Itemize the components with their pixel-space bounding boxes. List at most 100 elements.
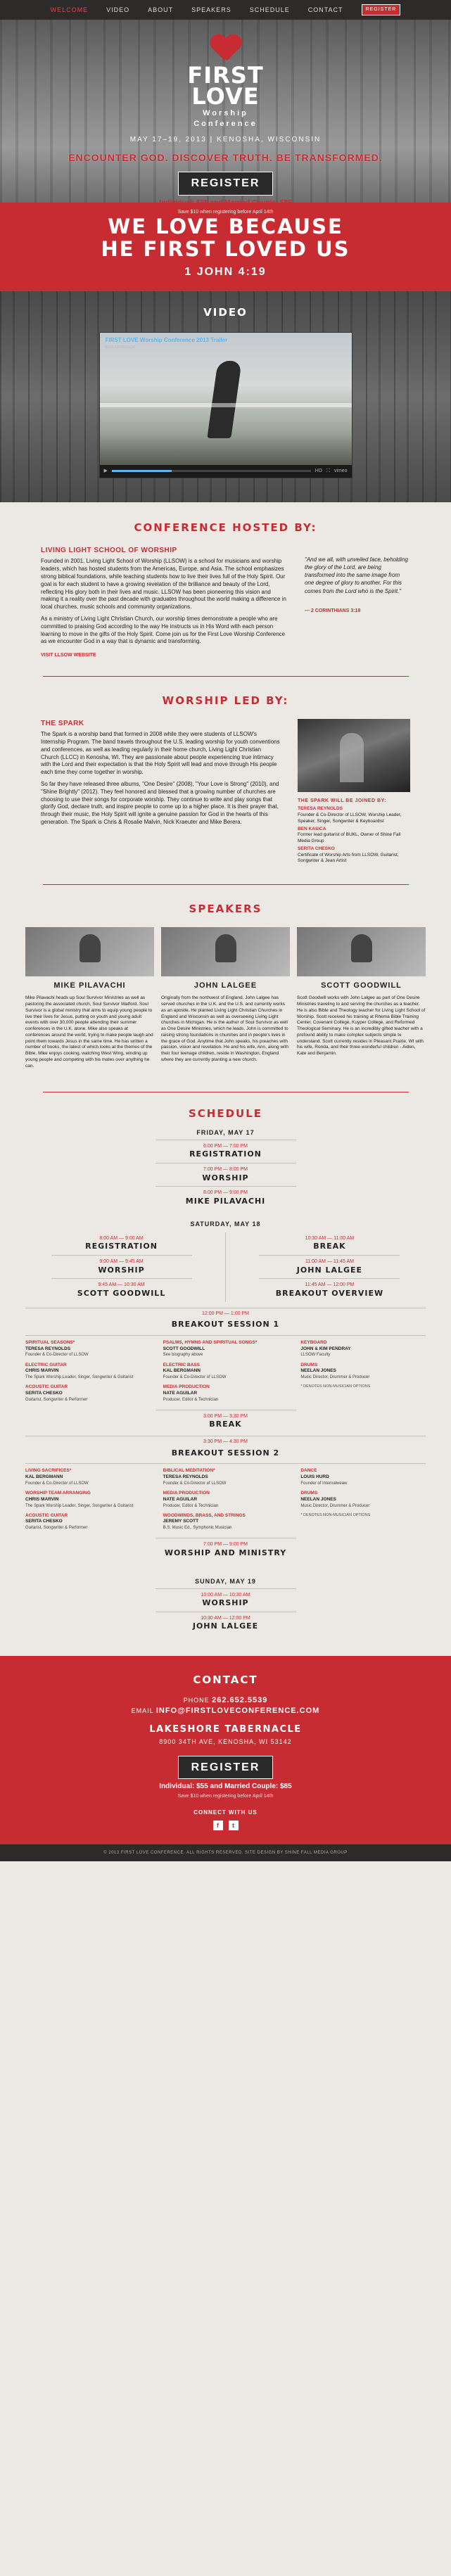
- footer: © 2013 FIRST LOVE CONFERENCE. ALL RIGHTS…: [0, 1844, 451, 1862]
- speaker-bio: Originally from the northwest of England…: [161, 995, 289, 1062]
- contact-section: CONTACT PHONE 262.652.5539 EMAIL INFO@FI…: [0, 1656, 451, 1845]
- connect-label: CONNECT WITH US: [193, 1809, 258, 1816]
- breakout-item: DRUMS NEELAN JONES Music Director, Drummer…: [300, 1362, 370, 1380]
- hero-price-note: Save $10 when registering before April 1…: [177, 210, 274, 215]
- nav-video[interactable]: VIDEO: [106, 6, 129, 14]
- progress-bar[interactable]: [111, 470, 311, 473]
- breakout-1: 12:00 PM — 1:00 PM BREAKOUT SESSION 1: [25, 1307, 426, 1336]
- band-paragraph-2: So far they have released three albums, …: [41, 781, 279, 826]
- nav-speakers[interactable]: SPEAKERS: [191, 6, 231, 14]
- hosted-section: CONFERENCE HOSTED BY: LIVING LIGHT SCHOO…: [0, 502, 451, 676]
- speaker-name: JOHN LALGEE: [193, 981, 258, 990]
- schedule-section: SCHEDULE FRIDAY, MAY 17 6:00 PM — 7:00 P…: [0, 1092, 451, 1657]
- breakout-2: 3:30 PM — 4:30 PM BREAKOUT SESSION 2: [25, 1436, 426, 1465]
- vimeo-logo[interactable]: vimeo: [334, 468, 348, 474]
- schedule-slot: 10:00 AM — 10:30 AM WORSHIP: [201, 1592, 250, 1608]
- schedule-slot: 10:30 AM — 12:00 PM JOHN LALGEE: [192, 1615, 259, 1631]
- venue-address: 8900 34TH AVE, KENOSHA, WI 53142: [159, 1737, 292, 1745]
- top-nav: WELCOME VIDEO ABOUT SPEAKERS SCHEDULE CO…: [0, 0, 451, 20]
- player-subtitle: from Mindscape: [105, 345, 136, 350]
- speaker-card: JOHN LALGEE Originally from the northwes…: [161, 927, 290, 1073]
- footer-price: Individual: $55 and Married Couple: $85: [159, 1783, 292, 1791]
- breakout-item: WOODWINDS, BRASS, AND STRINGS JEREMY SCOT…: [163, 1512, 246, 1531]
- breakout-item: MEDIA PRODUCTION NATE AGUILAR Producer, Ed…: [163, 1384, 219, 1402]
- hero-price: Individual: $55 and Married Couple: $85: [159, 198, 292, 207]
- llsow-website-link[interactable]: VISIT LLSOW WEBSITE: [41, 653, 96, 658]
- joined-item: TERESA REYNOLDS Founder & Co-Director of …: [298, 806, 402, 824]
- logo-conference: Conference: [193, 119, 258, 128]
- band-photo: [298, 718, 410, 792]
- breakout-item: LIVING SACRIFICES* KAL BERGMANN Founder & …: [25, 1468, 89, 1486]
- hd-button[interactable]: HD: [315, 468, 322, 474]
- schedule-slot: 8:00 PM — 9:00 PM MIKE PILAVACHI: [185, 1190, 266, 1206]
- schedule-title: SCHEDULE: [188, 1107, 263, 1121]
- facebook-icon[interactable]: f: [212, 1821, 223, 1831]
- venue-name: LAKESHORE TABERNACLE: [149, 1724, 302, 1735]
- event-dates: MAY 17–19, 2013 | KENOSHA, WISCONSIN: [129, 135, 322, 144]
- verse-line-2: HE FIRST LOVED US: [101, 237, 350, 261]
- contact-phone: PHONE 262.652.5539: [183, 1696, 268, 1705]
- nav-about[interactable]: ABOUT: [148, 6, 173, 14]
- nav-register-button[interactable]: REGISTER: [361, 4, 401, 15]
- verse-line-1: WE LOVE BECAUSE: [108, 215, 343, 238]
- video-player[interactable]: FIRST LOVE Worship Conference 2013 Trail…: [99, 331, 352, 478]
- schedule-slot: 6:00 PM — 7:00 PM REGISTRATION: [189, 1143, 262, 1159]
- speakers-title: SPEAKERS: [189, 903, 262, 916]
- nav-contact[interactable]: CONTACT: [308, 6, 343, 14]
- breakout-1-grid: SPIRITUAL SEASONS* TERESA REYNOLDS Founder…: [25, 1340, 426, 1403]
- player-controls: ▶ HD ⛶ vimeo: [99, 464, 352, 478]
- video-title: VIDEO: [203, 305, 248, 319]
- breakout-2-title: BREAKOUT SESSION 2: [171, 1448, 280, 1458]
- day-saturday: SATURDAY, MAY 18: [190, 1220, 261, 1228]
- joined-item: SERITA CHESKO Certificate of Worship Arts…: [298, 846, 399, 864]
- schedule-slot: 9:45 AM — 10:30 AM SCOTT GOODWILL: [77, 1282, 166, 1298]
- day-friday: FRIDAY, MAY 17: [196, 1128, 255, 1136]
- host-quote-ref: — 2 CORINTHIANS 3:18: [305, 608, 361, 613]
- breakout-item: BIBLICAL MEDITATION* TERESA REYNOLDS Found…: [163, 1468, 227, 1486]
- speaker-name: SCOTT GOODWILL: [321, 981, 402, 990]
- breakout-item: PSALMS, HYMNS AND SPIRITUAL SONGS* SCOTT …: [163, 1339, 258, 1358]
- footer-register-button[interactable]: REGISTER: [177, 1755, 274, 1780]
- joined-item: BEN KASICA Former lead guitarist of BUKL,…: [298, 826, 401, 844]
- schedule-slot: 10:30 AM — 11:00 AM BREAK: [305, 1235, 355, 1251]
- play-icon[interactable]: ▶: [104, 468, 108, 474]
- joined-list: TERESA REYNOLDS Founder & Co-Director of …: [298, 806, 410, 865]
- breakout-1-title: BREAKOUT SESSION 1: [171, 1320, 280, 1330]
- nav-welcome[interactable]: WELCOME: [51, 6, 89, 14]
- speaker-photo: [25, 927, 154, 977]
- schedule-slot: 7:00 PM — 8:00 PM WORSHIP: [202, 1167, 249, 1182]
- speaker-name: MIKE PILAVACHI: [53, 981, 126, 990]
- nav-schedule[interactable]: SCHEDULE: [250, 6, 290, 14]
- worship-section: WORSHIP LED BY: THE SPARK The Spark is a…: [0, 677, 451, 885]
- player-title: FIRST LOVE Worship Conference 2013 Trail…: [106, 337, 228, 350]
- breakout-item: MEDIA PRODUCTION NATE AGUILAR Producer, Ed…: [163, 1490, 219, 1508]
- contact-email[interactable]: EMAIL INFO@FIRSTLOVECONFERENCE.COM: [0, 1706, 451, 1716]
- tagline: ENCOUNTER GOD. DISCOVER TRUTH. BE TRANSF…: [68, 152, 383, 164]
- breakout-item: ELECTRIC GUITAR CHRIS MARVIN The Spark Wor…: [25, 1362, 134, 1380]
- breakout-item: ACOUSTIC GUITAR SERITA CHESKO Guitarist, S…: [25, 1384, 88, 1402]
- speaker-photo: [161, 927, 290, 977]
- breakout-item: KEYBOARD JOHN & KIM PENDRAY LLSOW Faculty: [300, 1339, 351, 1358]
- twitter-icon[interactable]: t: [228, 1821, 239, 1831]
- host-quote: "And we all, with unveiled face, beholdi…: [305, 556, 408, 594]
- schedule-slot: 7:00 PM — 9:00 PM WORSHIP AND MINISTRY: [164, 1542, 287, 1557]
- fullscreen-icon[interactable]: ⛶: [326, 468, 330, 474]
- breakout-note: * DENOTES NON-MUSICIAN OPTIONS: [300, 1512, 371, 1517]
- host-paragraph-2: As a ministry of Living Light Christian …: [41, 615, 286, 645]
- heart-logo-icon: [210, 35, 241, 63]
- breakout-note: * DENOTES NON-MUSICIAN OPTIONS: [300, 1384, 371, 1389]
- speaker-card: SCOTT GOODWILL Scott Goodwill works with…: [297, 927, 426, 1073]
- breakout-item: SPIRITUAL SEASONS* TERESA REYNOLDS Founder…: [25, 1339, 89, 1358]
- schedule-slot: 11:45 AM — 12:00 PM BREAKOUT OVERVIEW: [275, 1282, 384, 1298]
- hero-register-button[interactable]: REGISTER: [177, 172, 274, 196]
- band-name: THE SPARK: [41, 719, 84, 727]
- host-paragraph-1: Founded in 2001, Living Light School of …: [41, 558, 286, 611]
- schedule-slot: 3:00 PM — 3:30 PM BREAK: [203, 1413, 248, 1429]
- breakout-item: WORSHIP TEAM ARRANGING CHRIS MARVIN The Sp…: [25, 1490, 134, 1508]
- contact-title: CONTACT: [193, 1673, 258, 1687]
- schedule-slot: 11:00 AM — 11:45 AM JOHN LALGEE: [296, 1259, 363, 1275]
- day-sunday: SUNDAY, MAY 19: [195, 1577, 256, 1585]
- breakout-item: DANCE LOUIS HURD Founder of Internalweaw: [300, 1468, 348, 1486]
- breakout-item: ACOUSTIC GUITAR SERITA CHESKO Guitarist, S…: [25, 1512, 88, 1531]
- verse-banner: WE LOVE BECAUSE HE FIRST LOVED US 1 JOHN…: [0, 203, 451, 291]
